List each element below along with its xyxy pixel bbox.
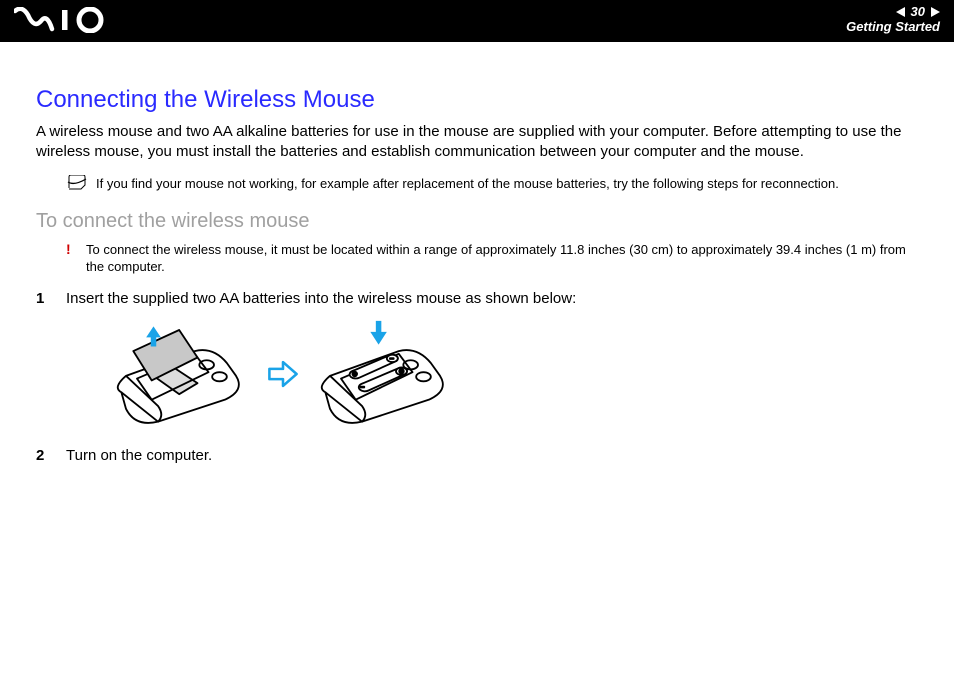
svg-text:−: − <box>360 382 364 391</box>
next-page-icon[interactable] <box>931 7 940 17</box>
svg-text:−: − <box>390 354 394 363</box>
step-item: Insert the supplied two AA batteries int… <box>36 290 918 429</box>
arrow-right-icon <box>266 357 300 391</box>
mouse-batteries-icon: − − <box>310 319 460 429</box>
note-block: If you find your mouse not working, for … <box>66 175 918 196</box>
steps-list: Insert the supplied two AA batteries int… <box>36 290 918 464</box>
prev-page-icon[interactable] <box>896 7 905 17</box>
page-number: 30 <box>911 4 925 19</box>
step-text: Insert the supplied two AA batteries int… <box>66 290 576 307</box>
intro-paragraph: A wireless mouse and two AA alkaline bat… <box>36 122 918 163</box>
page-content: Connecting the Wireless Mouse A wireless… <box>0 42 954 494</box>
warning-block: ! To connect the wireless mouse, it must… <box>66 241 918 276</box>
warning-icon: ! <box>66 241 78 276</box>
page-title: Connecting the Wireless Mouse <box>36 86 918 114</box>
subheading: To connect the wireless mouse <box>36 210 918 233</box>
step-item: Turn on the computer. <box>36 447 918 464</box>
page-navigation: 30 Getting Started <box>846 4 940 35</box>
vaio-logo <box>14 7 110 38</box>
note-icon <box>66 175 88 196</box>
note-text: If you find your mouse not working, for … <box>96 175 839 196</box>
header-bar: 30 Getting Started <box>0 0 954 42</box>
step-text: Turn on the computer. <box>66 447 212 464</box>
section-name: Getting Started <box>846 19 940 35</box>
warning-text: To connect the wireless mouse, it must b… <box>86 241 918 276</box>
mouse-cover-open-icon <box>106 319 256 429</box>
illustration-row: − − <box>106 319 918 429</box>
